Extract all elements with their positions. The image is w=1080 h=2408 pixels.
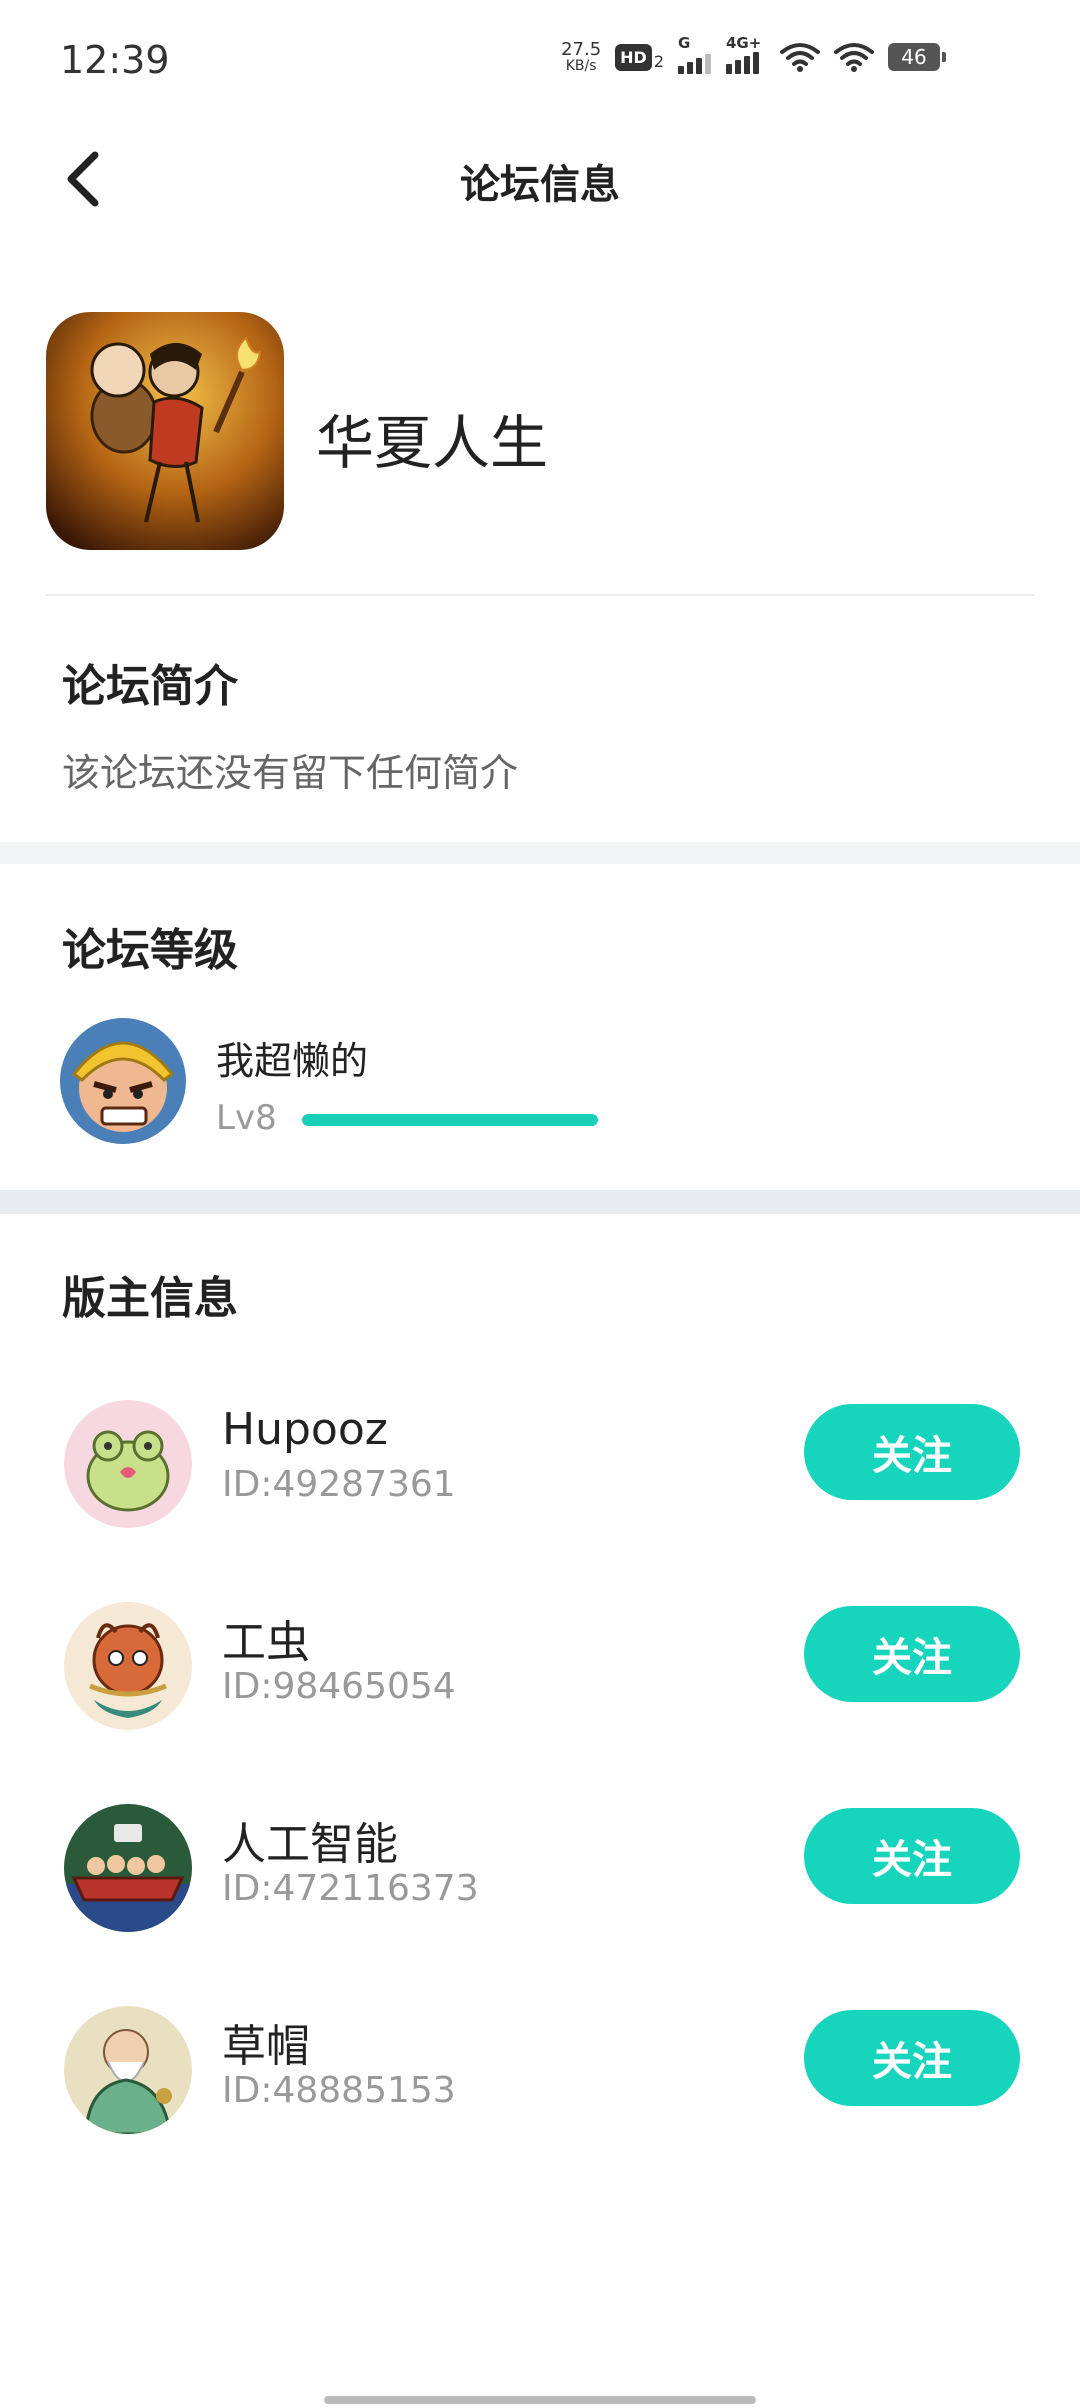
- moderator-name: 工虫: [222, 1617, 310, 1668]
- moderator-row: 人工智能 ID:472116373 关注: [0, 1800, 1080, 1940]
- wifi-icon: [780, 43, 820, 72]
- page-title: 论坛信息: [460, 162, 620, 208]
- intro-title: 论坛简介: [62, 661, 238, 712]
- level-progress-fill: [302, 1114, 598, 1126]
- signal-label: 4G+: [726, 34, 762, 52]
- network-speed-value: 27.5: [561, 39, 602, 60]
- forum-info-page: 12:39 27.5 KB/s HD 2 G 4G+ 46 论坛信息 华夏人生 …: [0, 0, 1080, 2408]
- moderators-title: 版主信息: [62, 1273, 238, 1324]
- intro-text: 该论坛还没有留下任何简介: [62, 751, 519, 795]
- status-bar: 12:39 27.5 KB/s HD 2 G 4G+ 46: [0, 0, 1080, 124]
- moderator-row: 草帽 ID:48885153 关注: [0, 2002, 1080, 2142]
- follow-button[interactable]: 关注: [804, 1808, 1020, 1904]
- wifi-icon: [834, 43, 874, 72]
- moderator-row: Hupooz ID:49287361 关注: [0, 1396, 1080, 1536]
- signal-icon: G: [678, 34, 712, 74]
- hd-sub: 2: [653, 51, 664, 71]
- forum-name: 华夏人生: [316, 409, 549, 477]
- moderator-name: Hupooz: [222, 1404, 388, 1455]
- moderator-id: ID:472116373: [222, 1868, 479, 1909]
- level-badge: Lv8: [216, 1098, 277, 1138]
- avatar[interactable]: [64, 1804, 192, 1932]
- section-separator: [0, 1190, 1080, 1214]
- forum-header: 华夏人生: [46, 312, 1036, 552]
- level-user-name: 我超懒的: [216, 1039, 369, 1083]
- moderator-id: ID:98465054: [222, 1666, 456, 1707]
- moderator-name: 人工智能: [222, 1819, 398, 1870]
- status-time: 12:39: [60, 38, 170, 82]
- follow-button[interactable]: 关注: [804, 1606, 1020, 1702]
- battery-icon: 46: [888, 43, 946, 71]
- level-title: 论坛等级: [62, 925, 238, 976]
- moderator-row: 工虫 ID:98465054 关注: [0, 1598, 1080, 1738]
- avatar[interactable]: [64, 1400, 192, 1528]
- hd-icon: HD 2: [615, 43, 664, 71]
- status-icons: 27.5 KB/s HD 2 G 4G+ 46: [561, 34, 946, 74]
- network-speed-unit: KB/s: [565, 58, 597, 74]
- section-separator: [0, 842, 1080, 864]
- moderator-id: ID:49287361: [222, 1464, 456, 1505]
- divider: [46, 594, 1034, 596]
- network-speed: 27.5 KB/s: [561, 39, 602, 74]
- signal-icon: 4G+: [726, 34, 766, 74]
- hd-label: HD: [615, 43, 652, 71]
- forum-logo: [46, 312, 284, 550]
- home-indicator[interactable]: [324, 2396, 756, 2404]
- avatar: [60, 1018, 186, 1144]
- level-progress-bar: [302, 1114, 598, 1126]
- nav-header: 论坛信息: [0, 124, 1080, 234]
- follow-button[interactable]: 关注: [804, 2010, 1020, 2106]
- moderator-name: 草帽: [222, 2021, 310, 2072]
- avatar[interactable]: [64, 1602, 192, 1730]
- moderator-id: ID:48885153: [222, 2070, 456, 2111]
- avatar[interactable]: [64, 2006, 192, 2134]
- battery-level: 46: [901, 45, 927, 69]
- follow-button[interactable]: 关注: [804, 1404, 1020, 1500]
- signal-label: G: [678, 34, 691, 52]
